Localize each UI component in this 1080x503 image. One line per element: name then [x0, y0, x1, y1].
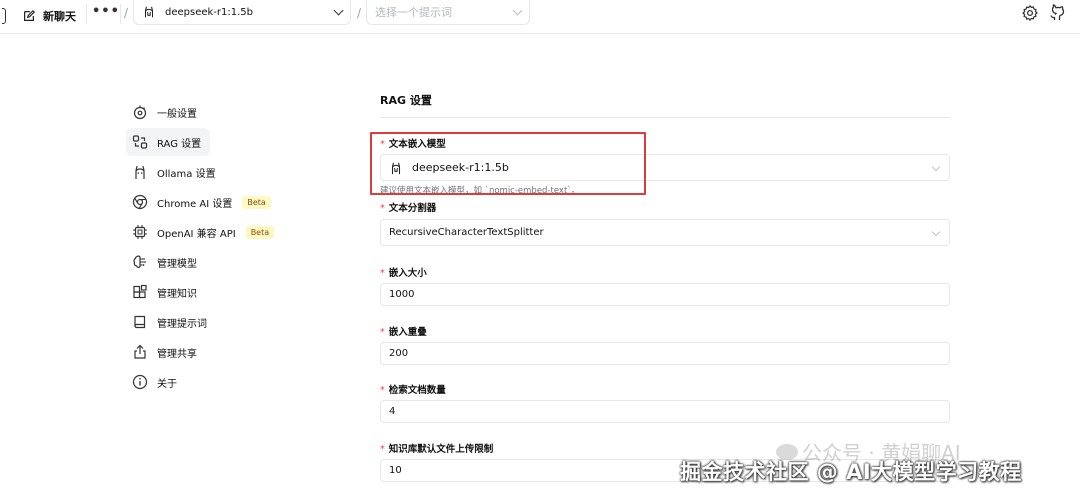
sidebar-item-manage-prompts[interactable]: 管理提示词 [126, 308, 276, 336]
field-label-text: 文本分割器 [388, 203, 437, 214]
field-label-text: 嵌入重叠 [388, 327, 427, 338]
juejin-watermark: 掘金技术社区 @ AI大模型学习教程 [680, 460, 1022, 484]
chunk-overlap-input[interactable]: 200 [380, 342, 950, 365]
model-select[interactable]: deepseek-r1:1.5b [133, 0, 351, 25]
sidebar-item-label: 关于 [157, 378, 177, 390]
splitter-select[interactable]: RecursiveCharacterTextSplitter [380, 219, 950, 246]
chrome-icon [132, 194, 148, 210]
upload-limit-value: 10 [389, 465, 402, 476]
sidebar-item-label: 管理共享 [157, 348, 197, 360]
highlight-box [370, 132, 646, 195]
top-bar: 新聊天 ••• / deepseek-r1:1.5b / 选择一个提示词 [0, 0, 1080, 34]
ollama-icon [135, 165, 145, 179]
beta-badge: Beta [242, 195, 271, 209]
divider [380, 117, 950, 118]
info-icon [132, 374, 148, 390]
required-mark: * [380, 385, 385, 396]
required-mark: * [380, 203, 385, 214]
chevron-down-icon [512, 5, 523, 16]
prompt-select[interactable]: 选择一个提示词 [366, 0, 530, 25]
sidebar-item-label: OpenAI 兼容 API [157, 228, 236, 240]
settings-icon[interactable] [1021, 4, 1039, 22]
required-mark: * [380, 327, 385, 338]
sidebar-item-manage-knowledge[interactable]: 管理知识 [126, 278, 276, 306]
chunk-size-label: * 嵌入大小 [380, 265, 427, 279]
github-icon[interactable] [1048, 4, 1066, 22]
upload-limit-label: * 知识库默认文件上传限制 [380, 441, 493, 455]
field-label-text: 嵌入大小 [388, 268, 427, 279]
chevron-down-icon [931, 162, 941, 172]
sidebar-item-label: 管理模型 [157, 258, 197, 270]
divider [86, 4, 87, 24]
sidebar-item-rag[interactable]: RAG 设置 [126, 128, 210, 156]
chunk-overlap-value: 200 [389, 348, 409, 359]
divider [120, 4, 121, 24]
new-chat-label: 新聊天 [43, 10, 76, 23]
blocks-icon [133, 284, 147, 299]
doc-count-input[interactable]: 4 [380, 400, 950, 423]
rag-icon [132, 135, 148, 149]
required-mark: * [380, 268, 385, 279]
chunk-overlap-label: * 嵌入重叠 [380, 324, 427, 338]
required-mark: * [380, 444, 385, 455]
sidebar-item-label: 管理知识 [157, 288, 197, 300]
sidebar-item-about[interactable]: 关于 [126, 368, 276, 396]
page-title: RAG 设置 [380, 94, 432, 107]
more-button[interactable]: ••• [92, 4, 119, 24]
field-label-text: 检索文档数量 [388, 385, 446, 396]
sidebar-item-label: 一般设置 [157, 108, 197, 120]
model-select-value: deepseek-r1:1.5b [165, 6, 254, 18]
sidebar-item-label: Chrome AI 设置 [157, 198, 233, 210]
sidebar-item-manage-models[interactable]: 管理模型 [126, 248, 276, 276]
beta-badge: Beta [245, 225, 275, 239]
splitter-label: * 文本分割器 [380, 200, 436, 214]
share-icon [134, 344, 146, 359]
splitter-value: RecursiveCharacterTextSplitter [389, 227, 544, 238]
sidebar-item-label: Ollama 设置 [157, 168, 216, 180]
prompt-select-placeholder: 选择一个提示词 [375, 6, 452, 19]
ollama-icon [144, 6, 154, 18]
breadcrumb-slash: / [124, 6, 129, 20]
sidebar-item-manage-sharing[interactable]: 管理共享 [126, 338, 276, 366]
sidebar-item-chrome-ai[interactable]: Chrome AI 设置 Beta [126, 188, 276, 216]
new-chat-button[interactable]: 新聊天 [14, 3, 84, 29]
field-label-text: 知识库默认文件上传限制 [388, 444, 494, 455]
sidebar-toggle-icon[interactable] [2, 8, 6, 24]
chip-icon [133, 225, 147, 239]
doc-count-value: 4 [389, 406, 396, 417]
sidebar-item-label: 管理提示词 [157, 318, 207, 330]
chunk-size-value: 1000 [389, 289, 415, 300]
book-icon [134, 315, 146, 329]
sidebar-item-openai-api[interactable]: OpenAI 兼容 API Beta [126, 218, 276, 246]
brain-icon [133, 255, 146, 268]
sidebar-item-ollama[interactable]: Ollama 设置 [126, 158, 276, 186]
sidebar-item-label: RAG 设置 [157, 138, 202, 150]
edit-icon [24, 9, 36, 21]
chunk-size-input[interactable]: 1000 [380, 283, 950, 306]
chevron-down-icon [333, 5, 344, 16]
chevron-down-icon [931, 227, 941, 237]
general-settings-icon [133, 105, 147, 120]
breadcrumb-slash: / [357, 6, 362, 20]
doc-count-label: * 检索文档数量 [380, 382, 446, 396]
sidebar-item-general[interactable]: 一般设置 [126, 98, 276, 126]
